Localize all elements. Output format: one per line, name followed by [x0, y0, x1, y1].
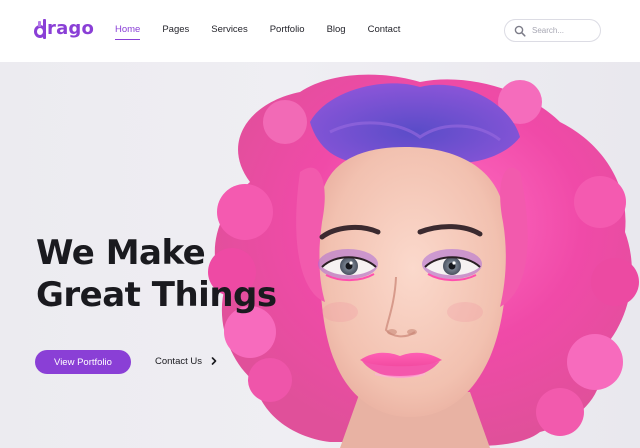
- contact-us-label: Contact Us: [155, 355, 202, 367]
- chevron-right-icon: [211, 357, 217, 365]
- nav-item-portfolio[interactable]: Portfolio: [270, 24, 305, 36]
- nav-item-pages[interactable]: Pages: [162, 24, 189, 36]
- contact-us-link[interactable]: Contact Us: [155, 352, 218, 370]
- nav-item-contact[interactable]: Contact: [368, 24, 401, 36]
- hero-section: We Make Great Things View Portfolio Cont…: [0, 62, 640, 448]
- nav-item-services[interactable]: Services: [211, 24, 247, 36]
- hero-title: We Make Great Things: [36, 232, 277, 316]
- main-nav: Home Pages Services Portfolio Blog Conta…: [115, 24, 422, 40]
- hero-title-line-1: We Make: [36, 233, 206, 273]
- search-input[interactable]: [532, 26, 592, 35]
- view-portfolio-button[interactable]: View Portfolio: [35, 350, 131, 374]
- nav-item-blog[interactable]: Blog: [327, 24, 346, 36]
- brand-logo[interactable]: rago: [34, 14, 94, 44]
- nav-item-home[interactable]: Home: [115, 24, 141, 40]
- logo-text: rago: [47, 18, 95, 39]
- logo-mark-icon: [34, 19, 46, 39]
- search-box[interactable]: [504, 19, 601, 42]
- search-icon: [514, 25, 526, 37]
- site-header: rago Home Pages Services Portfolio Blog …: [0, 0, 640, 62]
- hero-title-line-2: Great Things: [36, 275, 277, 315]
